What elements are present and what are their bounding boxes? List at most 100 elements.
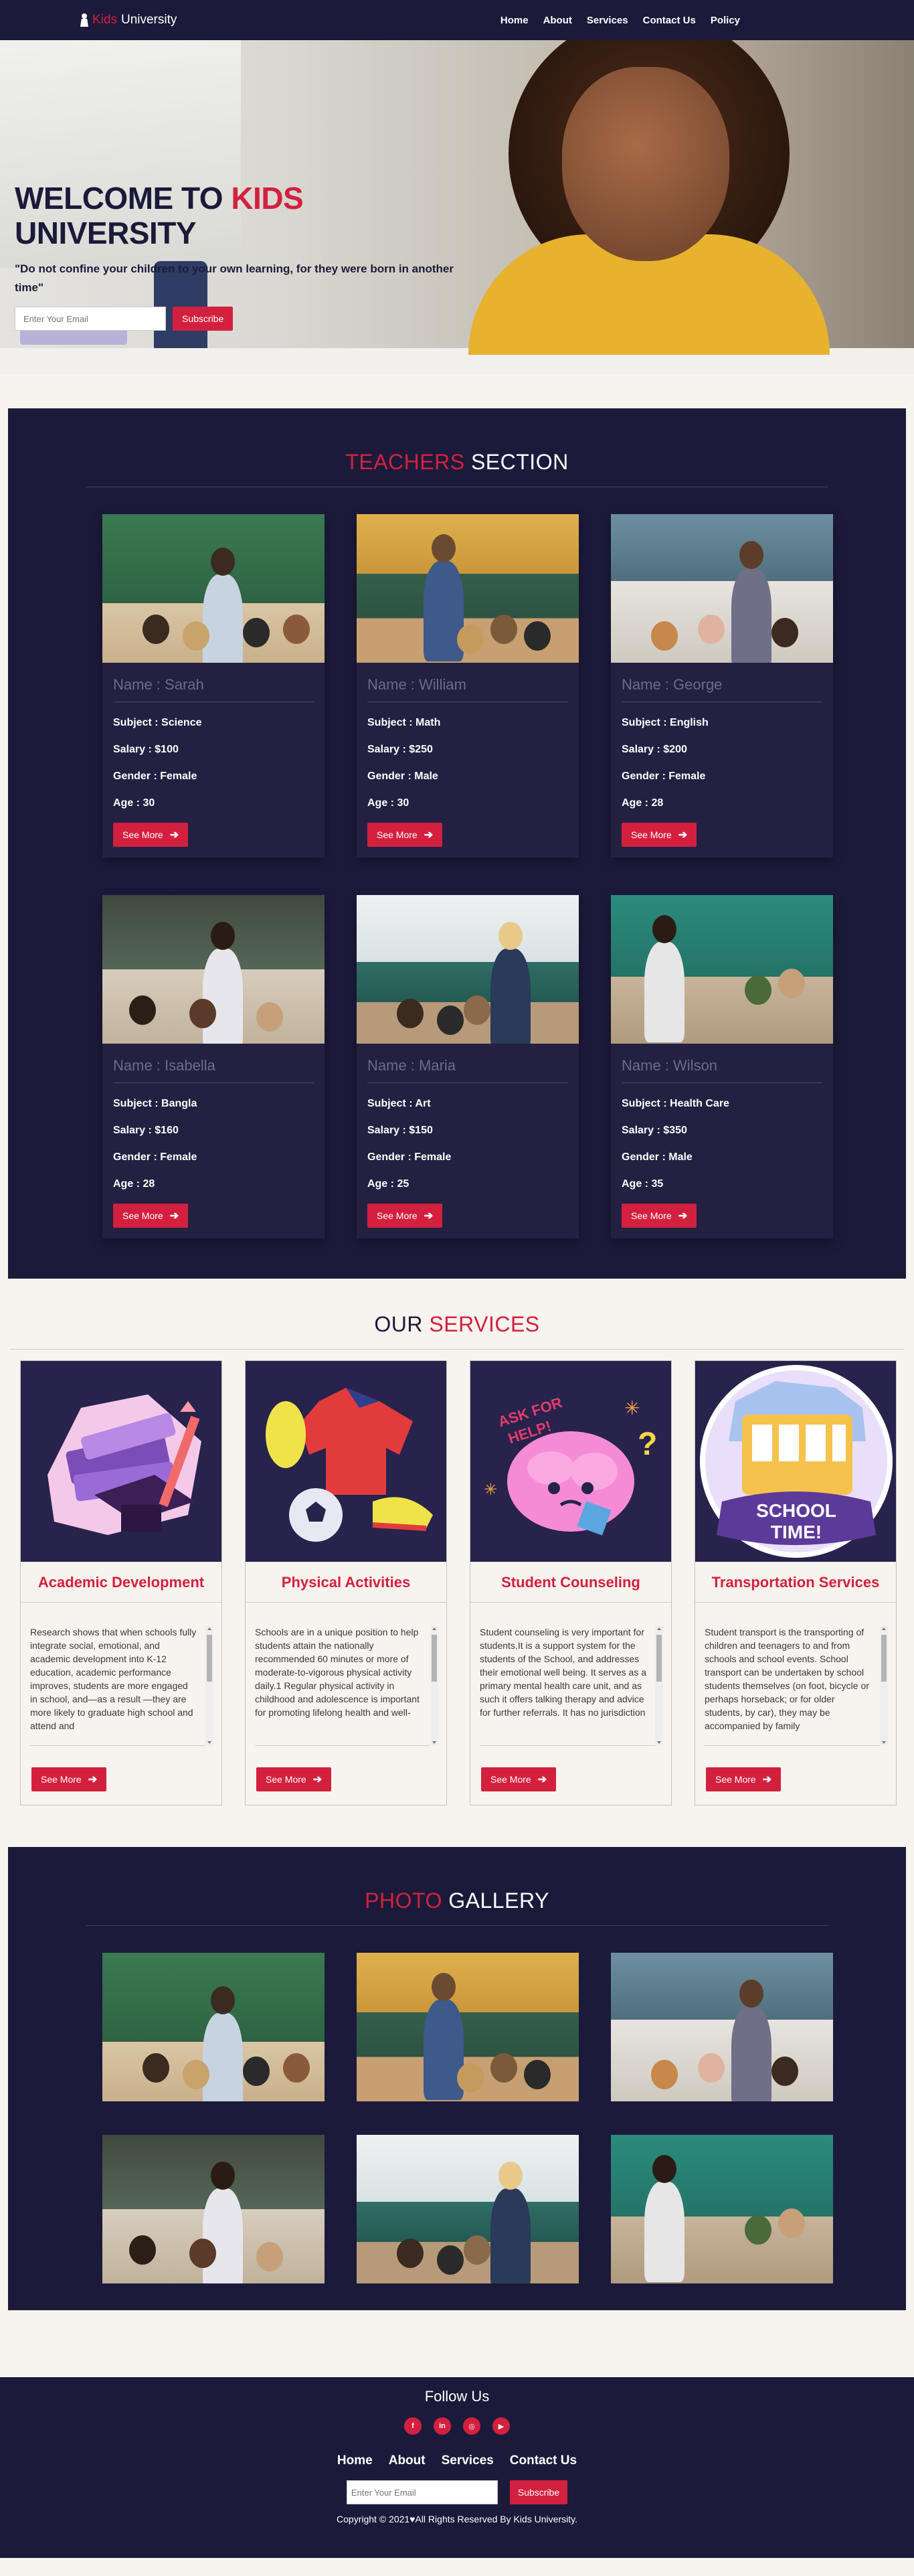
student-head [243,2057,270,2086]
teacher-see-more-button[interactable]: See More ➔ [622,1204,697,1228]
scroll-down-icon[interactable] [882,1741,886,1744]
student-head [397,2239,424,2268]
linkedin-icon[interactable]: in [434,2417,451,2435]
hero-banner: WELCOME TO KIDS UNIVERSITY "Do not confin… [0,40,914,375]
service-scrollbar[interactable] [430,1625,438,1746]
footer-link-home[interactable]: Home [337,2453,373,2468]
youtube-icon[interactable]: ▶ [492,2417,510,2435]
scroll-down-icon[interactable] [657,1741,661,1744]
services-section: OUR SERVICES Academic Development Resear… [0,1279,914,1847]
service-description-box[interactable]: Student counseling is very important for… [480,1625,663,1746]
brain-help-icon: ASK FORHELP! ?✳✳ [484,1394,657,1536]
gallery-photo[interactable] [611,2135,833,2283]
instagram-icon[interactable]: ◎ [463,2417,480,2435]
arrow-right-icon: ➔ [312,1774,323,1785]
classroom-scene [611,514,833,663]
gallery-photo[interactable] [102,1953,325,2101]
teacher-figure [644,2182,684,2282]
footer-title: Follow Us [424,2388,490,2405]
teacher-subject: Subject : Health Care [622,1098,729,1109]
service-see-more-button[interactable]: See More ➔ [256,1767,332,1791]
classroom-scene [102,2135,325,2283]
scroll-down-icon[interactable] [207,1741,211,1744]
teacher-figure [424,2000,464,2100]
classroom-scene [611,1953,833,2101]
footer-link-about[interactable]: About [389,2453,426,2468]
hero-child-face [562,67,729,261]
school-bus-icon: SCHOOLTIME! [700,1365,893,1558]
footer-subscribe-button[interactable]: Subscribe [509,2480,568,2504]
teacher-see-more-button[interactable]: See More ➔ [367,1204,443,1228]
service-description-box[interactable]: Student transport is the transporting of… [705,1625,888,1746]
service-description-box[interactable]: Schools are in a unique position to help… [255,1625,438,1746]
student-head [464,995,490,1025]
books-graduation-cap-icon [48,1394,201,1535]
teacher-see-more-button[interactable]: See More ➔ [113,823,189,847]
teacher-card-body: Name : Sarah Subject : Science Salary : … [102,663,325,847]
teacher-figure [203,574,243,663]
student-head [490,2053,517,2083]
nav-link-policy[interactable]: Policy [711,15,740,26]
gallery-photo[interactable] [357,2135,579,2283]
classroom-scene [357,895,579,1044]
footer-link-contact[interactable]: Contact Us [510,2453,577,2468]
hero-email-input[interactable] [15,307,166,331]
scroll-down-icon[interactable] [432,1741,436,1744]
classroom-scene [611,2135,833,2283]
student-head [256,2242,283,2271]
teacher-card-body: Name : Maria Subject : Art Salary : $150… [357,1044,579,1228]
gallery-grid [102,1953,833,2283]
scroll-thumb[interactable] [881,1635,887,1682]
teacher-card-body: Name : Wilson Subject : Health Care Sala… [611,1044,833,1228]
footer-link-services[interactable]: Services [442,2453,494,2468]
service-see-more-button[interactable]: See More ➔ [706,1767,782,1791]
student-head [143,615,169,644]
teacher-see-more-button[interactable]: See More ➔ [367,823,443,847]
gallery-photo[interactable] [611,1953,833,2101]
teacher-figure [490,2188,531,2283]
service-scrollbar[interactable] [655,1625,663,1746]
teacher-photo [611,514,833,663]
service-title: Physical Activities [246,1562,446,1603]
scroll-thumb[interactable] [207,1635,212,1682]
teacher-photo [611,895,833,1044]
student-head [437,2245,464,2275]
student-head [256,1002,283,1032]
teacher-salary: Salary : $250 [367,744,433,755]
service-see-more-button[interactable]: See More ➔ [31,1767,107,1791]
teacher-figure [203,949,243,1044]
footer-email-input[interactable] [346,2480,498,2504]
teacher-see-more-button[interactable]: See More ➔ [113,1204,189,1228]
gallery-photo[interactable] [357,1953,579,2101]
teacher-see-more-button[interactable]: See More ➔ [622,823,697,847]
service-scrollbar[interactable] [205,1625,213,1746]
gallery-photo[interactable] [102,2135,325,2283]
nav-link-home[interactable]: Home [500,15,529,26]
nav-link-services[interactable]: Services [587,15,628,26]
facebook-icon[interactable]: f [404,2417,422,2435]
service-scrollbar[interactable] [880,1625,888,1746]
hero-subscribe-button[interactable]: Subscribe [173,307,234,331]
teacher-age: Age : 25 [367,1178,409,1190]
service-illustration [21,1361,221,1562]
teacher-head [652,2155,676,2183]
scroll-up-icon[interactable] [207,1627,211,1630]
scroll-thumb[interactable] [432,1635,437,1682]
student-head [143,2053,169,2083]
brand-accent: Kids [92,13,117,27]
student-head [283,615,310,644]
teacher-gender: Gender : Female [367,1151,452,1163]
service-description-box[interactable]: Research shows that when schools fully i… [30,1625,213,1746]
scroll-up-icon[interactable] [657,1627,661,1630]
teacher-head [432,534,456,562]
classroom-scene [357,514,579,663]
nav-link-contact[interactable]: Contact Us [643,15,696,26]
teachers-section: TEACHERS SECTION Name : Sarah Subject : … [8,408,906,1279]
scroll-up-icon[interactable] [432,1627,436,1630]
scroll-thumb[interactable] [656,1635,662,1682]
nav-link-about[interactable]: About [543,15,572,26]
service-see-more-button[interactable]: See More ➔ [481,1767,557,1791]
teacher-card-body: Name : George Subject : English Salary :… [611,663,833,847]
scroll-up-icon[interactable] [882,1627,886,1630]
brand-logo[interactable]: Kids University [80,13,177,27]
